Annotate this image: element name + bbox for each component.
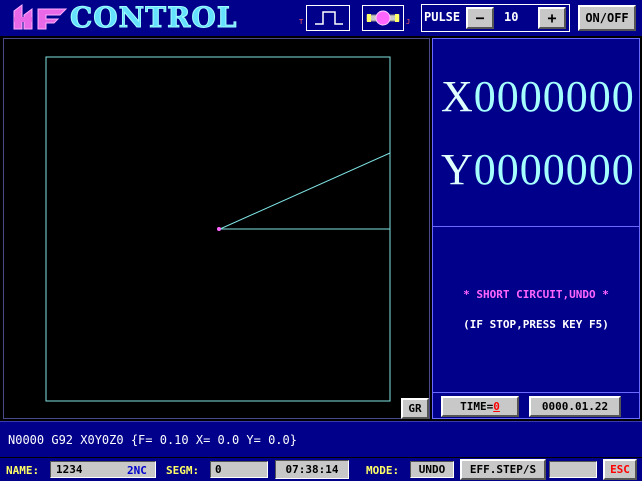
right-panel: X0000000 Y0000000 * SHORT CIRCUIT,UNDO *… xyxy=(432,38,640,419)
nc-command-line: N0000 G92 X0Y0Z0 {F= 0.10 X= 0.0 Y= 0.0} xyxy=(0,421,642,457)
motor-icon xyxy=(366,10,400,26)
stop-hint-message: (IF STOP,PRESS KEY F5) xyxy=(463,318,609,331)
wire-motor-button[interactable] xyxy=(362,5,404,31)
eff-step-button[interactable]: EFF.STEP/S xyxy=(460,459,546,480)
toolpath-plot xyxy=(45,56,391,402)
file-extension: 2NC xyxy=(127,464,147,477)
segment-label: SEGM: xyxy=(166,464,200,477)
clock-display: 07:38:14 xyxy=(275,460,349,479)
segment-field: 0 xyxy=(210,461,268,478)
y-axis-label: Y xyxy=(441,145,474,194)
origin-marker xyxy=(217,227,221,231)
pulse-wave-icon xyxy=(315,11,343,25)
pulse-decrease-button[interactable]: − xyxy=(466,7,494,29)
y-value: 0000000 xyxy=(473,145,635,194)
status-blank-field xyxy=(549,461,597,478)
name-label: NAME: xyxy=(6,464,40,477)
time-label: TIME= xyxy=(460,400,494,413)
x-axis-label: X xyxy=(441,72,474,121)
mode-value: UNDO xyxy=(418,463,446,476)
coordinate-display: X0000000 Y0000000 xyxy=(433,39,639,227)
mode-field: UNDO xyxy=(410,461,454,478)
pulse-increase-button[interactable]: + xyxy=(538,7,566,29)
segment-value: 0 xyxy=(215,463,222,476)
graph-canvas[interactable] xyxy=(3,38,430,419)
pulse-wave-button[interactable] xyxy=(306,5,350,31)
x-value: 0000000 xyxy=(473,72,635,121)
esc-button[interactable]: ESC xyxy=(603,459,637,480)
on-off-button[interactable]: ON/OFF xyxy=(578,5,636,31)
x-coordinate: X0000000 xyxy=(441,75,635,119)
timebar-divider xyxy=(433,392,639,393)
logo-text: CONTROL xyxy=(69,1,238,34)
pulse-label: PULSE xyxy=(424,10,461,24)
pulse-value: 10 xyxy=(504,10,519,24)
date-display: 0000.01.22 xyxy=(529,396,621,417)
signal-tiny-right: J xyxy=(406,18,411,26)
mode-label: MODE: xyxy=(366,464,400,477)
time-value: 0 xyxy=(493,400,500,413)
y-coordinate: Y0000000 xyxy=(441,148,635,192)
clock-value: 07:38:14 xyxy=(285,463,339,476)
gr-button[interactable]: GR xyxy=(401,398,429,419)
time-display: TIME= 0 xyxy=(441,396,519,417)
signal-tiny-left: T xyxy=(299,18,304,26)
hf-logo-icon xyxy=(13,4,68,30)
short-circuit-message: * SHORT CIRCUIT,UNDO * xyxy=(463,288,609,301)
logo: CONTROL xyxy=(8,1,238,34)
file-name-value: 1234 xyxy=(56,463,83,476)
path-line-diagonal xyxy=(219,152,391,230)
